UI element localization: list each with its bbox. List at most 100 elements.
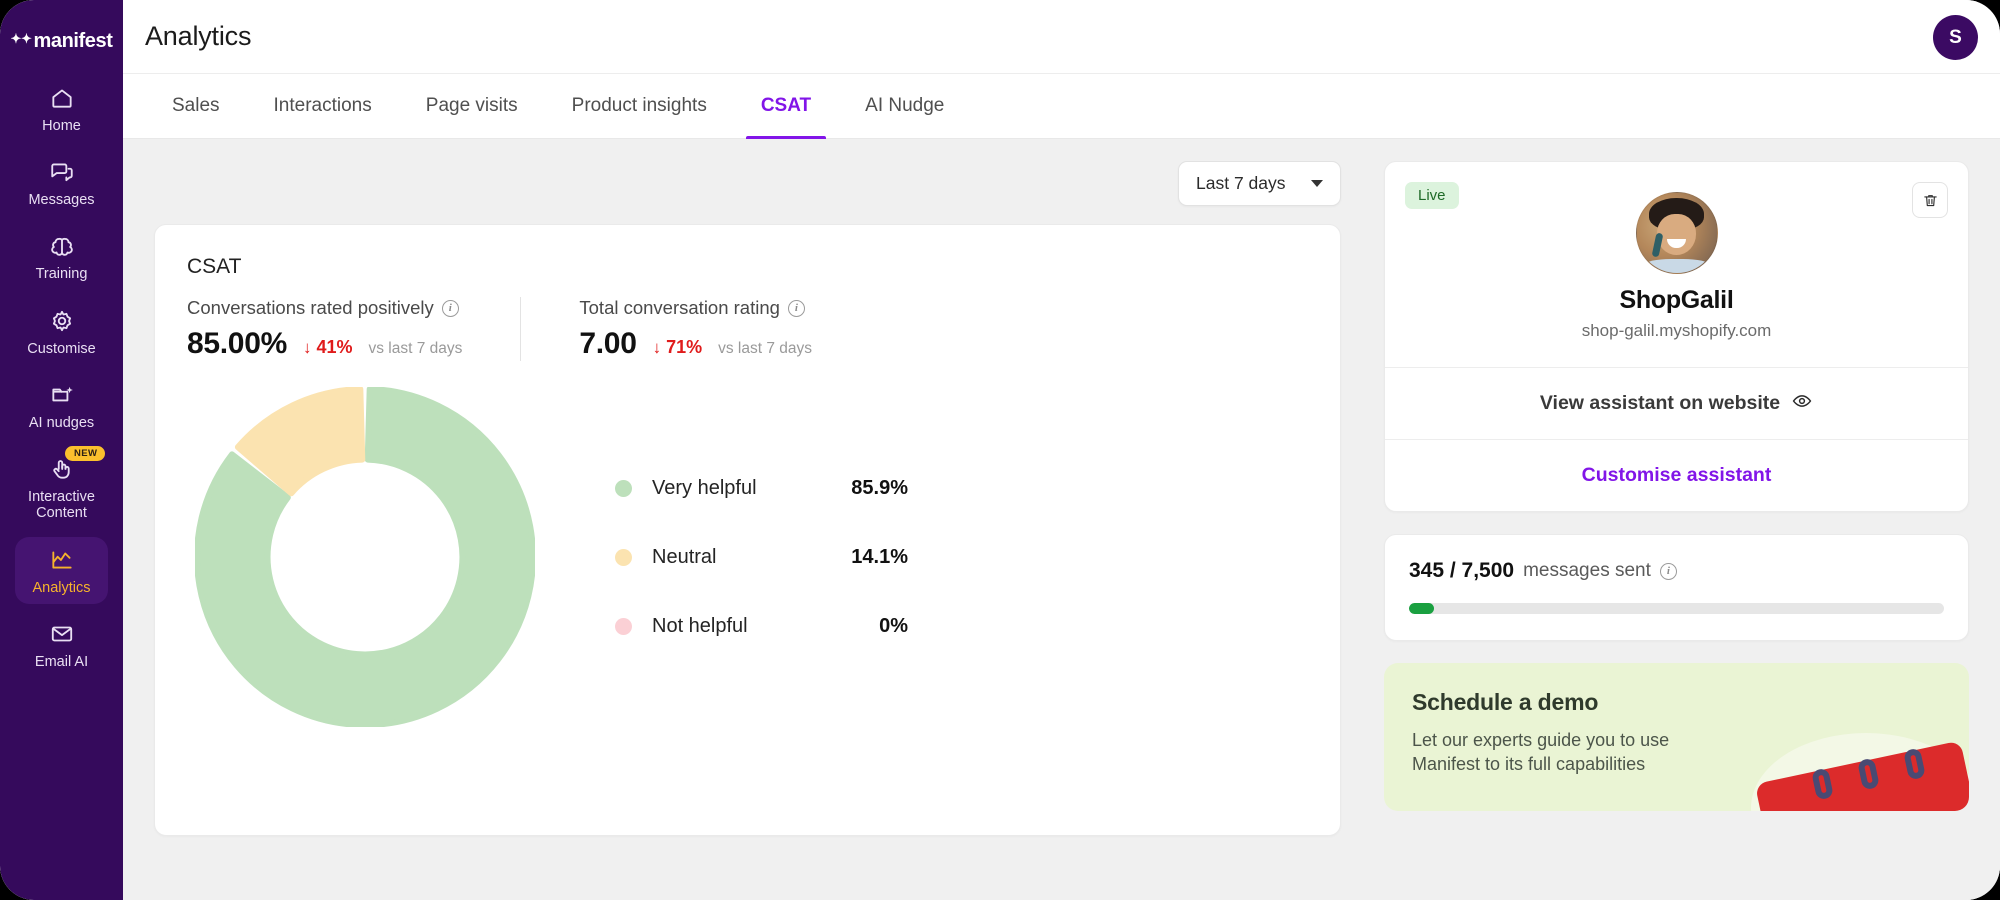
metric-total-conversation-rating: Total conversation rating i 7.00 ↓ 71% v… [520,297,870,361]
csat-donut-chart [195,387,535,727]
legend-color-swatch [615,549,632,566]
csat-chart-area: Very helpful 85.9% Neutral 14.1% Not hel… [187,387,1308,727]
sidebar-item-analytics[interactable]: Analytics [15,537,108,604]
tab-page-visits[interactable]: Page visits [399,74,545,138]
legend-color-swatch [615,618,632,635]
avatar[interactable]: S [1933,15,1978,60]
csat-card-title: CSAT [187,255,1308,279]
metric-delta: ↓ 41% [303,337,353,358]
delete-assistant-button[interactable] [1912,182,1948,218]
new-badge: NEW [65,446,105,461]
assistant-panel: Live ShopGalil shop-galil.myshopif [1384,161,1969,512]
assistant-name: ShopGalil [1405,286,1948,315]
info-icon[interactable]: i [1660,563,1677,580]
page-title: Analytics [145,21,251,52]
csat-card: CSAT Conversations rated positively i 85… [154,224,1341,836]
content-area: Last 7 days CSAT Conversations rated pos… [123,139,2000,900]
sidebar-item-label: Customise [27,341,96,357]
topbar: Analytics S [123,0,2000,73]
csat-metrics: Conversations rated positively i 85.00% … [187,297,1308,361]
left-column: Last 7 days CSAT Conversations rated pos… [154,139,1341,836]
trash-icon [1922,192,1939,209]
sidebar-item-interactive-content[interactable]: NEW Interactive Content [15,446,108,529]
metric-value: 7.00 [579,327,636,361]
info-icon[interactable]: i [442,300,459,317]
range-row: Last 7 days [154,139,1341,224]
metric-comparison: vs last 7 days [368,340,462,358]
legend-item-not-helpful: Not helpful 0% [615,615,908,638]
home-icon [48,84,76,112]
view-assistant-label: View assistant on website [1540,392,1780,415]
brand-logo[interactable]: ✦✦ manifest [10,30,112,53]
arrow-down-icon: ↓ [653,338,662,358]
date-range-picker[interactable]: Last 7 days [1178,161,1341,206]
sidebar-item-email-ai[interactable]: Email AI [15,611,108,678]
metric-label: Conversations rated positively [187,297,434,319]
arrow-down-icon: ↓ [303,338,312,358]
sidebar-item-label: Home [42,118,81,134]
info-icon[interactable]: i [788,300,805,317]
assistant-header: Live ShopGalil shop-galil.myshopif [1385,162,1968,367]
envelope-icon [48,620,76,648]
usage-progress-fill [1409,603,1434,614]
metric-row: 85.00% ↓ 41% vs last 7 days [187,327,462,361]
metric-label-wrap: Conversations rated positively i [187,297,462,319]
metric-delta: ↓ 71% [653,337,703,358]
brain-icon [48,232,76,260]
metric-label: Total conversation rating [579,297,780,319]
sidebar-item-label: Analytics [32,580,90,596]
customise-assistant-label: Customise assistant [1582,464,1772,487]
sidebar-item-label: Training [36,266,88,282]
tab-interactions[interactable]: Interactions [247,74,399,138]
sidebar-item-training[interactable]: Training [15,223,108,290]
sidebar-item-label: Messages [28,192,94,208]
schedule-demo-card[interactable]: Schedule a demo Let our experts guide yo… [1384,663,1969,811]
legend-label: Very helpful [652,477,830,500]
ai-nudge-icon [48,381,76,409]
sidebar-item-ai-nudges[interactable]: AI nudges [15,372,108,439]
legend-item-very-helpful: Very helpful 85.9% [615,477,908,500]
assistant-avatar [1636,192,1718,274]
chevron-down-icon [1311,180,1323,187]
tab-ai-nudge[interactable]: AI Nudge [838,74,971,138]
chart-legend: Very helpful 85.9% Neutral 14.1% Not hel… [615,477,908,638]
metric-comparison: vs last 7 days [718,340,812,358]
metric-row: 7.00 ↓ 71% vs last 7 days [579,327,812,361]
main-area: Analytics S Sales Interactions Page visi… [123,0,2000,900]
sidebar-nav: Home Messages Training Customise [0,75,123,685]
date-range-value: Last 7 days [1196,173,1286,194]
sidebar-item-customise[interactable]: Customise [15,298,108,365]
gear-icon [48,307,76,335]
app-window: ✦✦ manifest Home Messages Training [0,0,2000,900]
legend-label: Neutral [652,546,830,569]
messages-icon [48,158,76,186]
tab-csat[interactable]: CSAT [734,74,838,138]
usage-panel: 345 / 7,500 messages sent i [1384,534,1969,641]
brand-name: manifest [33,30,112,53]
status-badge: Live [1405,182,1459,209]
legend-label: Not helpful [652,615,830,638]
assistant-domain: shop-galil.myshopify.com [1405,321,1948,341]
analytics-chart-icon [48,546,76,574]
donut-svg [195,387,535,727]
tab-bar: Sales Interactions Page visits Product i… [123,73,2000,139]
eye-icon [1791,390,1813,417]
metric-value: 85.00% [187,327,287,361]
usage-progress-bar [1409,603,1944,614]
usage-text: messages sent [1523,560,1651,582]
sidebar-item-home[interactable]: Home [15,75,108,142]
tab-sales[interactable]: Sales [145,74,247,138]
legend-color-swatch [615,480,632,497]
metric-label-wrap: Total conversation rating i [579,297,812,319]
sidebar-item-label: Email AI [35,654,88,670]
calendar-illustration [1731,703,1969,811]
legend-value: 85.9% [830,477,908,500]
customise-assistant-button[interactable]: Customise assistant [1385,439,1968,511]
tab-product-insights[interactable]: Product insights [545,74,734,138]
sidebar-item-messages[interactable]: Messages [15,149,108,216]
usage-count: 345 / 7,500 [1409,559,1514,583]
sidebar-item-label: AI nudges [29,415,94,431]
legend-item-neutral: Neutral 14.1% [615,546,908,569]
metric-conversations-rated-positively: Conversations rated positively i 85.00% … [187,297,520,361]
view-assistant-on-website-button[interactable]: View assistant on website [1385,367,1968,439]
